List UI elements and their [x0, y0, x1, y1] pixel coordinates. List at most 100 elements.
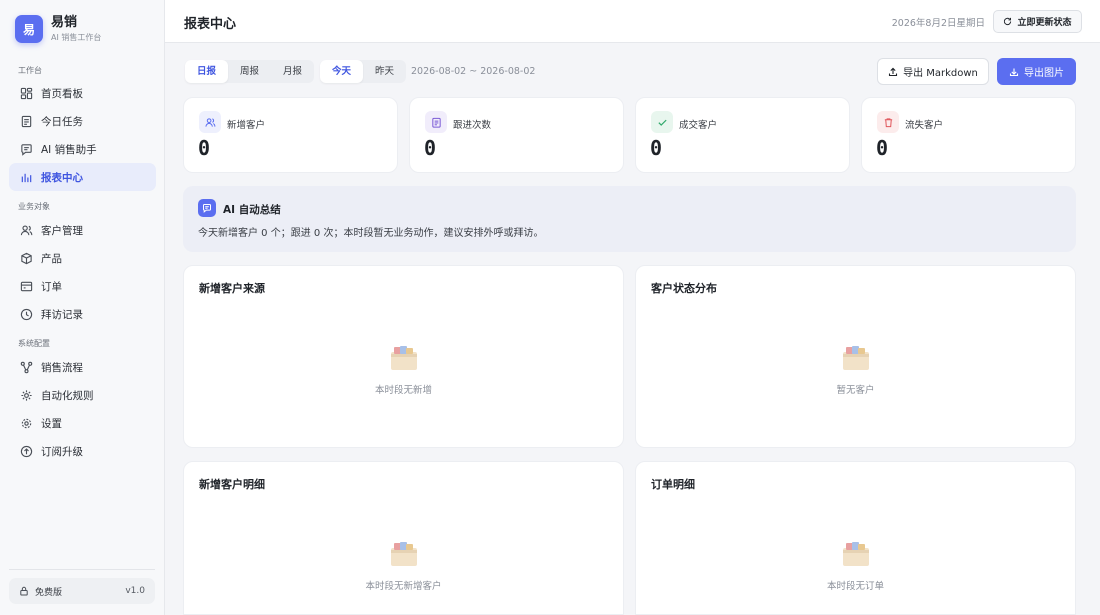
sidebar-item-label: 设置	[41, 417, 62, 430]
header: 报表中心 2026年8月2日星期日 立即更新状态	[165, 0, 1100, 43]
date-range: 2026-08-02 ~ 2026-08-02	[411, 66, 536, 77]
ai-summary-card: AI 自动总结 今天新增客户 0 个；跟进 0 次；本时段暂无业务动作，建议安排…	[183, 186, 1076, 252]
chat-icon	[19, 142, 33, 156]
panel-title: 新增客户明细	[199, 478, 265, 491]
sidebar-item-label: 订单	[41, 280, 62, 293]
nav-section-title: 业务对象	[18, 202, 50, 211]
refresh-icon	[1004, 17, 1012, 26]
stat-card-followups: 跟进次数 0	[409, 97, 624, 173]
sidebar-item-reports[interactable]: 报表中心	[9, 163, 156, 191]
sidebar-item-ai-assistant[interactable]: AI 销售助手	[9, 135, 156, 163]
sidebar-item-dashboard[interactable]: 首页看板	[9, 79, 156, 107]
sidebar-item-products[interactable]: 产品	[9, 244, 156, 272]
tab-today[interactable]: 今天	[320, 60, 364, 83]
refresh-status-button[interactable]: 立即更新状态	[993, 10, 1082, 33]
sidebar-item-label: 客户管理	[41, 224, 83, 237]
day-tabs: 今天 昨天	[320, 60, 407, 83]
check-icon	[651, 111, 673, 133]
sidebar-item-sales-flow[interactable]: 销售流程	[9, 353, 156, 381]
sidebar-item-visits[interactable]: 拜访记录	[9, 300, 156, 328]
tab-yesterday[interactable]: 昨天	[363, 60, 406, 83]
sidebar-item-upgrade[interactable]: 订阅升级	[9, 437, 156, 465]
empty-box-icon	[390, 346, 417, 370]
stat-label: 新增客户	[227, 120, 266, 131]
brand-logo: 易	[15, 15, 43, 43]
sidebar-item-settings[interactable]: 设置	[9, 409, 156, 437]
nav-section-workbench: 工作台 首页看板 今日任务 AI 销售助手 报表中心	[0, 64, 165, 191]
stat-card-closed-customers: 成交客户 0	[635, 97, 850, 173]
plan-badge[interactable]: 免费版 v1.0	[9, 578, 155, 604]
sidebar-item-label: 自动化规则	[41, 389, 94, 402]
sidebar-item-label: AI 销售助手	[41, 143, 97, 156]
empty-box-icon	[842, 346, 869, 370]
sidebar-item-label: 拜访记录	[41, 308, 83, 321]
sidebar-item-tasks[interactable]: 今日任务	[9, 107, 156, 135]
ai-summary-text: 今天新增客户 0 个；跟进 0 次；本时段暂无业务动作，建议安排外呼或拜访。	[198, 228, 544, 239]
flow-icon	[19, 360, 33, 374]
period-tabs: 日报 周报 月报	[185, 60, 315, 83]
empty-state: 本时段无新增	[184, 344, 623, 396]
download-icon	[1009, 68, 1019, 76]
panel-customer-status: 客户状态分布 暂无客户	[635, 265, 1076, 448]
empty-text: 本时段无订单	[826, 581, 884, 592]
sidebar-item-automation[interactable]: 自动化规则	[9, 381, 156, 409]
nav-section-title: 工作台	[18, 66, 42, 75]
ai-summary-title: AI 自动总结	[223, 204, 281, 216]
sidebar: 易 易销 AI 销售工作台 工作台 首页看板 今日任务 AI 销售助手 报表中心…	[0, 0, 165, 615]
empty-text: 暂无客户	[836, 385, 875, 396]
upgrade-icon	[19, 444, 33, 458]
automation-icon	[19, 388, 33, 402]
sidebar-item-label: 销售流程	[41, 361, 83, 374]
empty-state: 暂无客户	[636, 344, 1075, 396]
sidebar-item-label: 产品	[41, 252, 62, 265]
empty-state: 本时段无新增客户	[184, 540, 623, 592]
dashboard-icon	[19, 86, 33, 100]
users-icon	[19, 223, 33, 237]
bar-chart-icon	[19, 170, 33, 184]
version-label: v1.0	[125, 586, 145, 596]
tab-weekly[interactable]: 周报	[228, 60, 271, 83]
empty-text: 本时段无新增	[374, 385, 432, 396]
empty-box-icon	[390, 542, 417, 566]
sidebar-item-customers[interactable]: 客户管理	[9, 216, 156, 244]
tab-monthly[interactable]: 月报	[271, 60, 314, 83]
brand-name: 易销	[51, 15, 78, 30]
nav-section-system: 系统配置 销售流程 自动化规则 设置 订阅升级	[0, 337, 165, 465]
empty-box-icon	[842, 542, 869, 566]
panel-title: 客户状态分布	[651, 282, 717, 295]
brand[interactable]: 易 易销 AI 销售工作台	[15, 15, 101, 43]
stat-value: 0	[650, 136, 663, 160]
export-image-button[interactable]: 导出图片	[997, 58, 1076, 85]
stat-value: 0	[424, 136, 437, 160]
export-markdown-label: 导出 Markdown	[903, 68, 978, 79]
gear-icon	[19, 416, 33, 430]
panel-new-customer-source: 新增客户来源 本时段无新增	[183, 265, 624, 448]
empty-state: 本时段无订单	[636, 540, 1075, 592]
page-title: 报表中心	[184, 17, 237, 32]
export-image-label: 导出图片	[1024, 68, 1064, 79]
clock-icon	[19, 307, 33, 321]
panel-new-customer-details: 新增客户明细 本时段无新增客户	[183, 461, 624, 615]
stat-label: 流失客户	[905, 120, 944, 131]
ai-chat-icon	[198, 199, 216, 217]
sidebar-item-label: 首页看板	[41, 87, 83, 100]
task-icon	[19, 114, 33, 128]
panel-title: 订单明细	[651, 478, 695, 491]
divider	[9, 569, 155, 570]
box-icon	[19, 251, 33, 265]
clipboard-icon	[425, 111, 447, 133]
sidebar-item-label: 今日任务	[41, 115, 83, 128]
users-icon	[199, 111, 221, 133]
plan-label: 免费版	[35, 587, 63, 598]
export-markdown-button[interactable]: 导出 Markdown	[877, 58, 989, 85]
panel-title: 新增客户来源	[199, 282, 265, 295]
sidebar-item-orders[interactable]: 订单	[9, 272, 156, 300]
order-icon	[19, 279, 33, 293]
nav-section-title: 系统配置	[18, 339, 50, 348]
refresh-status-label: 立即更新状态	[1017, 18, 1072, 28]
sidebar-item-label: 订阅升级	[41, 445, 83, 458]
tab-daily[interactable]: 日报	[185, 60, 229, 83]
empty-text: 本时段无新增客户	[365, 581, 442, 592]
panel-order-details: 订单明细 本时段无订单	[635, 461, 1076, 615]
upload-icon	[889, 67, 898, 76]
